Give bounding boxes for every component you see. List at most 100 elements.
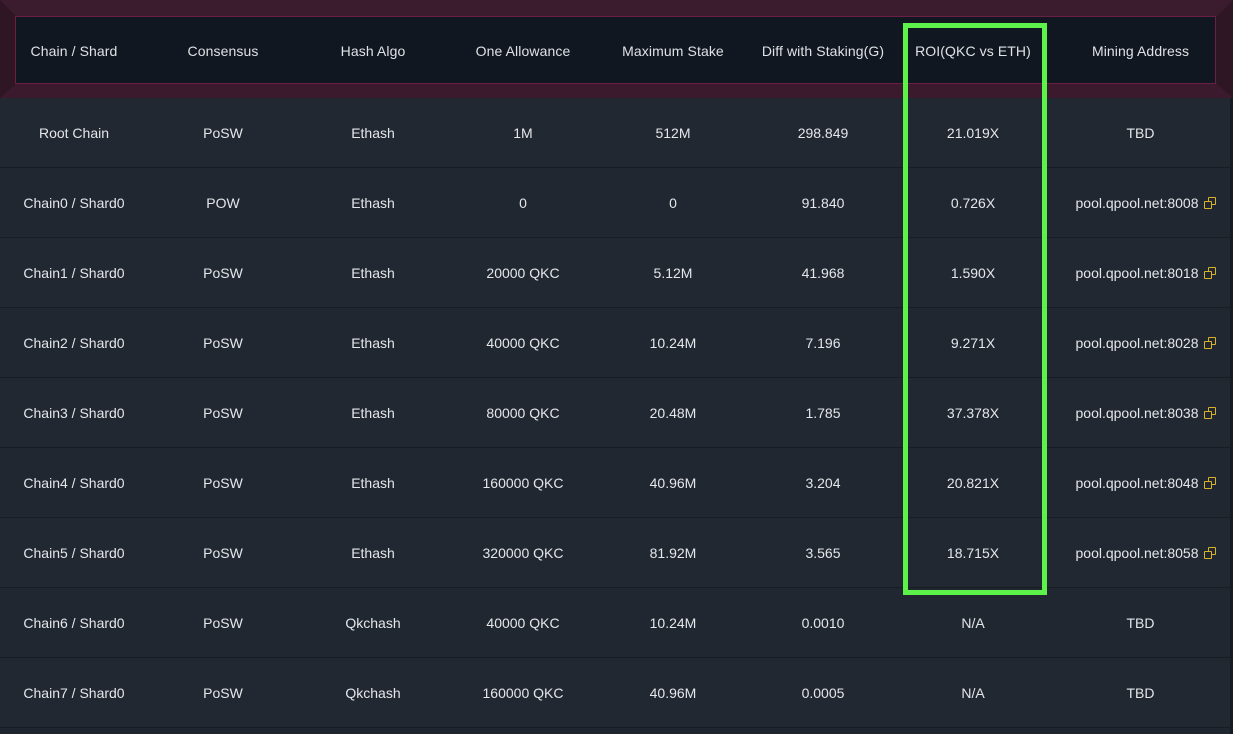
cell-roi: 1.590X — [950, 265, 996, 281]
cell-consensus: PoSW — [203, 615, 243, 631]
mining-address: TBD — [1127, 125, 1155, 141]
cell-chain-shard: Chain4 / Shard0 — [23, 475, 125, 491]
cell-maximum-stake: 40.96M — [649, 475, 697, 491]
cell-maximum-stake: 5.12M — [653, 265, 693, 281]
cell-consensus: PoSW — [203, 335, 243, 351]
cell-maximum-stake: 0 — [669, 195, 677, 211]
table-row: Chain4 / Shard0 PoSW Ethash 160000 QKC 40.96… — [0, 448, 1233, 518]
cell-chain-shard: Chain7 / Shard0 — [23, 685, 125, 701]
cell-consensus: PoSW — [203, 475, 243, 491]
cell-roi: 21.019X — [946, 125, 1000, 141]
cell-one-allowance: 40000 QKC — [486, 335, 560, 351]
mining-address[interactable]: pool.qpool.net:8028 — [1066, 335, 1216, 351]
mining-address: TBD — [1127, 685, 1155, 701]
cell-mining-address: TBD — [1048, 658, 1233, 728]
table-header-row: Chain / Shard Consensus Hash Algo One Al… — [0, 0, 1233, 102]
header-diff-with-staking[interactable]: Diff with Staking(G) — [748, 0, 898, 102]
cell-maximum-stake: 512M — [655, 125, 691, 141]
cell-roi: 37.378X — [946, 405, 1000, 421]
cell-one-allowance: 160000 QKC — [482, 685, 564, 701]
cell-maximum-stake: 40.96M — [649, 685, 697, 701]
table-row: Chain3 / Shard0 PoSW Ethash 80000 QKC 20.48M… — [0, 378, 1233, 448]
table-row: Chain7 / Shard0 PoSW Qkchash 160000 QKC 40.9… — [0, 658, 1233, 728]
cell-hash-algo: Ethash — [351, 195, 395, 211]
cell-roi: N/A — [961, 615, 985, 631]
cell-diff-with-staking: 0.0005 — [801, 685, 845, 701]
table-row: Chain1 / Shard0 PoSW Ethash 20000 QKC 5.12M 4… — [0, 238, 1233, 308]
cell-one-allowance: 1M — [513, 125, 533, 141]
copy-icon[interactable] — [1203, 547, 1216, 559]
mining-address-text: pool.qpool.net:8038 — [1075, 405, 1199, 421]
cell-diff-with-staking: 298.849 — [797, 125, 849, 141]
cell-mining-address: pool.qpool.net:8028 — [1048, 308, 1233, 378]
cell-diff-with-staking: 0.0010 — [801, 615, 845, 631]
header-hash-algo[interactable]: Hash Algo — [298, 0, 448, 102]
copy-icon[interactable] — [1203, 267, 1216, 279]
cell-mining-address: TBD — [1048, 588, 1233, 658]
cell-one-allowance: 0 — [519, 195, 527, 211]
cell-maximum-stake: 20.48M — [649, 405, 697, 421]
copy-icon[interactable] — [1203, 477, 1216, 489]
cell-diff-with-staking: 3.204 — [805, 475, 841, 491]
cell-diff-with-staking: 91.840 — [801, 195, 845, 211]
cell-consensus: PoSW — [203, 125, 243, 141]
cell-mining-address: pool.qpool.net:8048 — [1048, 448, 1233, 518]
cell-hash-algo: Ethash — [351, 545, 395, 561]
mining-address-text: TBD — [1126, 125, 1155, 141]
cell-diff-with-staking: 3.565 — [805, 545, 841, 561]
copy-icon[interactable] — [1203, 337, 1216, 349]
cell-consensus: PoSW — [203, 545, 243, 561]
cell-diff-with-staking: 41.968 — [801, 265, 845, 281]
cell-mining-address: pool.qpool.net:8058 — [1048, 518, 1233, 588]
cell-consensus: PoSW — [203, 685, 243, 701]
header-mining-address[interactable]: Mining Address — [1048, 0, 1233, 102]
mining-table-screen: Chain / Shard Consensus Hash Algo One Al… — [0, 0, 1233, 734]
table-body: Root Chain PoSW Ethash 1M 512M 298.849 21.019X… — [0, 98, 1233, 728]
cell-hash-algo: Ethash — [351, 335, 395, 351]
cell-one-allowance: 160000 QKC — [482, 475, 564, 491]
cell-chain-shard: Chain1 / Shard0 — [23, 265, 125, 281]
header-maximum-stake[interactable]: Maximum Stake — [598, 0, 748, 102]
cell-roi: N/A — [961, 685, 985, 701]
cell-hash-algo: Qkchash — [345, 615, 401, 631]
mining-address-text: pool.qpool.net:8008 — [1075, 195, 1199, 211]
cell-chain-shard: Chain2 / Shard0 — [23, 335, 125, 351]
cell-consensus: PoSW — [203, 265, 243, 281]
cell-mining-address: pool.qpool.net:8038 — [1048, 378, 1233, 448]
cell-chain-shard: Chain5 / Shard0 — [23, 545, 125, 561]
mining-address-text: pool.qpool.net:8058 — [1075, 545, 1199, 561]
cell-hash-algo: Qkchash — [345, 685, 401, 701]
mining-address[interactable]: pool.qpool.net:8018 — [1066, 265, 1216, 281]
cell-consensus: PoSW — [203, 405, 243, 421]
mining-address-text: TBD — [1126, 685, 1155, 701]
cell-maximum-stake: 10.24M — [649, 615, 697, 631]
cell-chain-shard: Chain6 / Shard0 — [23, 615, 125, 631]
header-one-allowance[interactable]: One Allowance — [448, 0, 598, 102]
mining-address-text: pool.qpool.net:8028 — [1075, 335, 1199, 351]
mining-address[interactable]: pool.qpool.net:8038 — [1066, 405, 1216, 421]
cell-hash-algo: Ethash — [351, 405, 395, 421]
table-row: Chain0 / Shard0 POW Ethash 0 0 91.840 0.726X po… — [0, 168, 1233, 238]
mining-address-text: pool.qpool.net:8018 — [1075, 265, 1199, 281]
table-row: Chain6 / Shard0 PoSW Qkchash 40000 QKC 10.24… — [0, 588, 1233, 658]
cell-roi: 18.715X — [946, 545, 1000, 561]
cell-roi: 0.726X — [950, 195, 996, 211]
cell-chain-shard: Chain3 / Shard0 — [23, 405, 125, 421]
cell-maximum-stake: 81.92M — [649, 545, 697, 561]
header-chain-shard[interactable]: Chain / Shard — [0, 0, 148, 102]
copy-icon[interactable] — [1203, 407, 1216, 419]
cell-hash-algo: Ethash — [351, 125, 395, 141]
cell-chain-shard: Root Chain — [38, 125, 110, 141]
cell-mining-address: pool.qpool.net:8018 — [1048, 238, 1233, 308]
header-consensus[interactable]: Consensus — [148, 0, 298, 102]
mining-address[interactable]: pool.qpool.net:8058 — [1066, 545, 1216, 561]
cell-maximum-stake: 10.24M — [649, 335, 697, 351]
mining-address-text: TBD — [1126, 615, 1155, 631]
header-roi[interactable]: ROI(QKC vs ETH) — [898, 0, 1048, 102]
mining-address[interactable]: pool.qpool.net:8048 — [1066, 475, 1216, 491]
copy-icon[interactable] — [1203, 197, 1216, 209]
cell-hash-algo: Ethash — [351, 475, 395, 491]
cell-one-allowance: 20000 QKC — [486, 265, 560, 281]
table-row: Chain2 / Shard0 PoSW Ethash 40000 QKC 10.24M… — [0, 308, 1233, 378]
mining-address[interactable]: pool.qpool.net:8008 — [1066, 195, 1216, 211]
